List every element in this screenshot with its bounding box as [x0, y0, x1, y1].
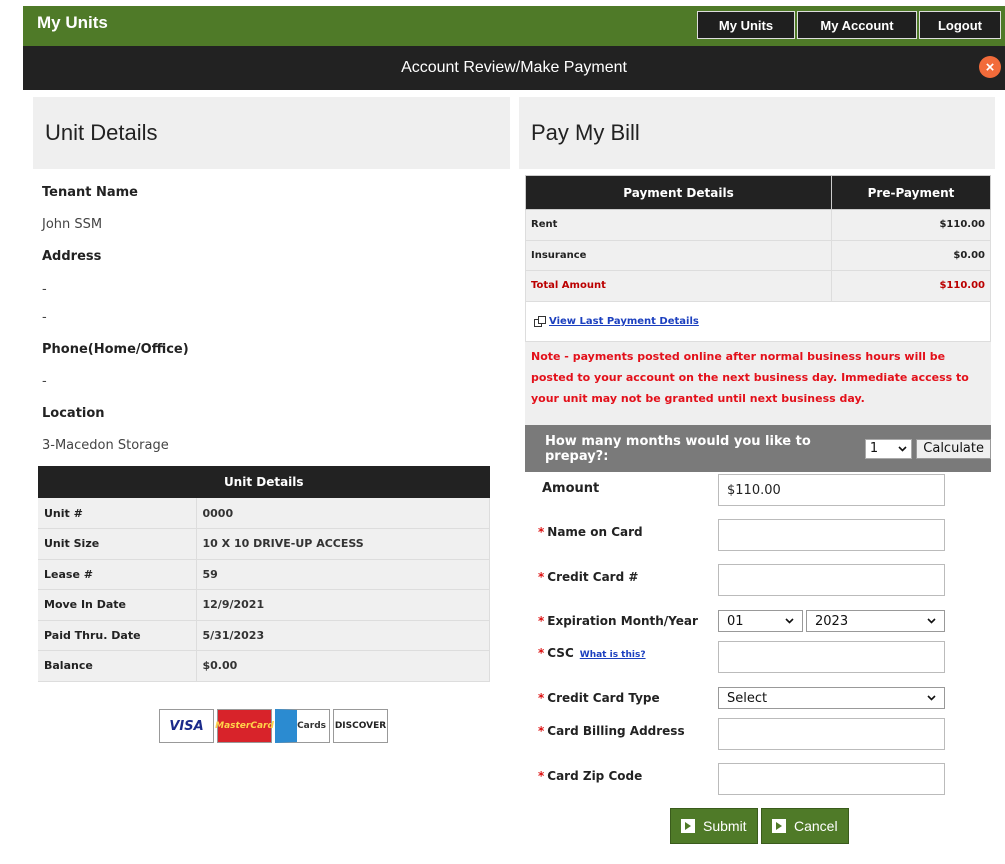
expiration-month-select[interactable]: 01: [718, 610, 803, 632]
amount-field[interactable]: $110.00: [718, 474, 945, 506]
table-row: Rent $110.00: [525, 209, 991, 241]
credit-card-type-value: Select: [727, 690, 768, 706]
row-label: Balance: [38, 650, 197, 682]
tenant-name-label: Tenant Name: [42, 185, 138, 200]
table-row: Move In Date 12/9/2021: [38, 589, 490, 621]
row-label: Insurance: [525, 239, 832, 271]
zip-code-label: * Card Zip Code: [538, 769, 643, 783]
table-row: Insurance $0.00: [525, 239, 991, 271]
expiration-month-value: 01: [727, 613, 744, 629]
payment-details-table: Payment Details Pre-Payment Rent $110.00…: [525, 175, 991, 302]
payment-details-header: Payment Details: [525, 175, 832, 210]
nav-my-account-button[interactable]: My Account: [797, 11, 917, 39]
cancel-button[interactable]: Cancel: [761, 808, 849, 844]
chevron-down-icon: [785, 618, 794, 624]
row-value: 12/9/2021: [196, 589, 490, 621]
play-icon: [681, 819, 695, 833]
row-label: Paid Thru. Date: [38, 620, 197, 651]
row-value: $110.00: [831, 270, 991, 302]
business-hours-note: Note - payments posted online after norm…: [525, 342, 991, 425]
unit-table-header: Unit Details: [38, 466, 490, 498]
pay-my-bill-title: Pay My Bill: [519, 97, 995, 169]
app-title: My Units: [37, 13, 108, 32]
row-value: 10 X 10 DRIVE-UP ACCESS: [196, 528, 490, 560]
csc-input[interactable]: [718, 641, 945, 673]
total-row: Total Amount $110.00: [525, 270, 991, 302]
name-on-card-input[interactable]: [718, 519, 945, 551]
amex-card-icon: Cards: [275, 709, 330, 743]
zip-code-input[interactable]: [718, 763, 945, 795]
row-value: 59: [196, 559, 490, 590]
nav-logout-button[interactable]: Logout: [919, 11, 1001, 39]
discover-card-icon: DISCOVER: [333, 709, 388, 743]
csc-label: * CSC What is this?: [538, 646, 646, 660]
unit-details-table: Unit Details Unit # 0000 Unit Size 10 X …: [38, 466, 490, 682]
close-icon[interactable]: ×: [979, 56, 1001, 78]
table-row: Lease # 59: [38, 559, 490, 590]
row-label: Move In Date: [38, 589, 197, 621]
table-row: Paid Thru. Date 5/31/2023: [38, 620, 490, 651]
prepay-months-select[interactable]: 1: [864, 438, 913, 459]
row-label: Unit Size: [38, 528, 197, 560]
row-value: 0000: [196, 498, 490, 529]
top-nav-bar: My Units My Units My Account Logout: [23, 6, 1005, 46]
row-label: Total Amount: [525, 270, 832, 302]
mastercard-icon: MasterCard: [215, 709, 274, 743]
expiration-label: * Expiration Month/Year: [538, 614, 698, 628]
credit-card-number-input[interactable]: [718, 564, 945, 596]
chevron-down-icon: [927, 695, 936, 701]
phone-label: Phone(Home/Office): [42, 342, 189, 357]
row-value: $0.00: [196, 650, 490, 682]
amount-label: Amount: [542, 481, 600, 496]
amount-value: $110.00: [727, 482, 781, 498]
expiration-year-value: 2023: [815, 613, 849, 629]
calculate-button[interactable]: Calculate: [916, 438, 991, 459]
address-label: Address: [42, 249, 102, 264]
row-label: Rent: [525, 209, 832, 241]
row-value: $0.00: [831, 239, 991, 271]
credit-card-type-select[interactable]: Select: [718, 687, 945, 709]
location-label: Location: [42, 406, 105, 421]
unit-details-title: Unit Details: [33, 97, 510, 169]
location-value: 3-Macedon Storage: [42, 438, 169, 453]
pre-payment-header: Pre-Payment: [831, 175, 991, 210]
phone-value: -: [42, 374, 47, 389]
csc-help-link[interactable]: What is this?: [580, 650, 646, 660]
billing-address-input[interactable]: [718, 718, 945, 750]
nav-my-units-button[interactable]: My Units: [697, 11, 795, 39]
table-row: Unit # 0000: [38, 498, 490, 529]
name-on-card-label: * Name on Card: [538, 525, 643, 539]
billing-address-label: * Card Billing Address: [538, 724, 685, 738]
address-line2: -: [42, 310, 47, 325]
credit-card-type-label: * Credit Card Type: [538, 691, 660, 705]
external-window-icon: [534, 315, 546, 327]
submit-button[interactable]: Submit: [670, 808, 758, 844]
chevron-down-icon: [898, 445, 907, 452]
row-label: Lease #: [38, 559, 197, 590]
credit-card-number-label: * Credit Card #: [538, 570, 639, 584]
prepay-months-value: 1: [869, 441, 879, 456]
chevron-down-icon: [927, 618, 936, 624]
play-icon: [772, 819, 786, 833]
modal-title: Account Review/Make Payment: [401, 59, 627, 76]
view-last-payment-row: View Last Payment Details: [525, 302, 991, 342]
table-row: Balance $0.00: [38, 650, 490, 682]
left-margin: [0, 0, 23, 864]
row-label: Unit #: [38, 498, 197, 529]
row-value: 5/31/2023: [196, 620, 490, 651]
modal-header: Account Review/Make Payment ×: [23, 46, 1005, 90]
accepted-cards: VISA MasterCard Cards DISCOVER: [159, 709, 388, 743]
expiration-year-select[interactable]: 2023: [806, 610, 945, 632]
table-row: Unit Size 10 X 10 DRIVE-UP ACCESS: [38, 528, 490, 560]
visa-card-icon: VISA: [159, 709, 214, 743]
tenant-name-value: John SSM: [42, 217, 103, 232]
prepay-question: How many months would you like to prepay…: [545, 433, 811, 464]
address-line1: -: [42, 282, 47, 297]
row-value: $110.00: [831, 209, 991, 241]
view-last-payment-link[interactable]: View Last Payment Details: [549, 316, 699, 327]
prepay-bar: How many months would you like to prepay…: [525, 425, 991, 472]
